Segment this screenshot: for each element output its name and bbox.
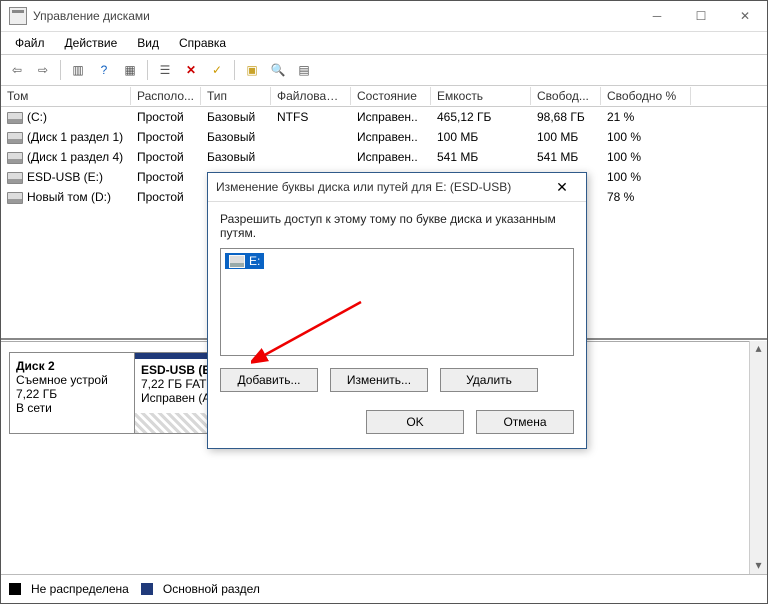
- col-type[interactable]: Тип: [201, 87, 271, 105]
- dialog-title: Изменение буквы диска или путей для E: (…: [216, 180, 546, 194]
- cell-pct: 78 %: [601, 189, 691, 205]
- check-icon[interactable]: ✓: [205, 58, 229, 82]
- cell-free: 541 МБ: [531, 149, 601, 165]
- add-button[interactable]: Добавить...: [220, 368, 318, 392]
- list-icon[interactable]: ☰: [153, 58, 177, 82]
- menu-bar: Файл Действие Вид Справка: [1, 32, 767, 54]
- volume-icon: [7, 192, 23, 204]
- grid-icon[interactable]: ▦: [118, 58, 142, 82]
- cell-status: Исправен..: [351, 109, 431, 125]
- cancel-button[interactable]: Отмена: [476, 410, 574, 434]
- menu-file[interactable]: Файл: [7, 34, 53, 52]
- cell-type: Базовый: [201, 149, 271, 165]
- volume-icon: [7, 132, 23, 144]
- cell-layout: Простой: [131, 169, 201, 185]
- cell-layout: Простой: [131, 149, 201, 165]
- menu-view[interactable]: Вид: [129, 34, 167, 52]
- disk-header: Диск 2 Съемное устрой 7,22 ГБ В сети: [9, 352, 135, 434]
- cell-name: (C:): [1, 109, 131, 125]
- cell-cap: 100 МБ: [431, 129, 531, 145]
- col-status[interactable]: Состояние: [351, 87, 431, 105]
- cell-cap: 465,12 ГБ: [431, 109, 531, 125]
- table-icon[interactable]: ▤: [292, 58, 316, 82]
- cell-layout: Простой: [131, 129, 201, 145]
- col-capacity[interactable]: Емкость: [431, 87, 531, 105]
- disk-type: Съемное устрой: [16, 373, 128, 387]
- path-entry-selected[interactable]: E:: [225, 253, 264, 269]
- volume-icon: [7, 172, 23, 184]
- disk-management-window: Управление дисками ─ ☐ ✕ Файл Действие В…: [0, 0, 768, 604]
- delete-icon[interactable]: ✕: [179, 58, 203, 82]
- close-button[interactable]: ✕: [723, 1, 767, 31]
- cell-pct: 100 %: [601, 169, 691, 185]
- cell-type: Базовый: [201, 129, 271, 145]
- cell-layout: Простой: [131, 109, 201, 125]
- volume-row[interactable]: (Диск 1 раздел 4)ПростойБазовый Исправен.…: [1, 147, 767, 167]
- cell-status: Исправен..: [351, 149, 431, 165]
- ok-button[interactable]: OK: [366, 410, 464, 434]
- cell-name: Новый том (D:): [1, 189, 131, 205]
- toolbar: ⇦ ⇨ ▥ ? ▦ ☰ ✕ ✓ ▣ 🔍 ▤: [1, 54, 767, 86]
- maximize-button[interactable]: ☐: [679, 1, 723, 31]
- dialog-close-button[interactable]: ✕: [546, 179, 578, 196]
- cell-pct: 100 %: [601, 149, 691, 165]
- cell-cap: 541 МБ: [431, 149, 531, 165]
- dialog-hint: Разрешить доступ к этому тому по букве д…: [220, 212, 574, 240]
- column-headers: Том Располо... Тип Файловая с... Состоян…: [1, 86, 767, 107]
- paths-listbox[interactable]: E:: [220, 248, 574, 356]
- disk-state: В сети: [16, 401, 128, 415]
- col-free[interactable]: Свобод...: [531, 87, 601, 105]
- cell-fs: NTFS: [271, 109, 351, 125]
- cell-name: ESD-USB (E:): [1, 169, 131, 185]
- change-button[interactable]: Изменить...: [330, 368, 428, 392]
- disk-label: Диск 2: [16, 359, 128, 373]
- volume-row[interactable]: (Диск 1 раздел 1)ПростойБазовый Исправен.…: [1, 127, 767, 147]
- cell-pct: 100 %: [601, 129, 691, 145]
- col-freepct[interactable]: Свободно %: [601, 87, 691, 105]
- help-icon[interactable]: ?: [92, 58, 116, 82]
- volume-icon: [7, 112, 23, 124]
- path-entry-label: E:: [249, 254, 260, 268]
- panel-icon[interactable]: ▥: [66, 58, 90, 82]
- swatch-primary: [141, 583, 153, 595]
- col-fs[interactable]: Файловая с...: [271, 87, 351, 105]
- legend-unallocated: Не распределена: [31, 582, 129, 596]
- folder-add-icon[interactable]: ▣: [240, 58, 264, 82]
- swatch-unallocated: [9, 583, 21, 595]
- legend-primary: Основной раздел: [163, 582, 260, 596]
- scrollbar[interactable]: ▴ ▾: [749, 341, 767, 575]
- cell-name: (Диск 1 раздел 1): [1, 129, 131, 145]
- cell-free: 100 МБ: [531, 129, 601, 145]
- cell-free: 98,68 ГБ: [531, 109, 601, 125]
- window-title: Управление дисками: [33, 9, 635, 23]
- menu-action[interactable]: Действие: [57, 34, 126, 52]
- drive-icon: [229, 255, 245, 268]
- volume-row[interactable]: (C:)ПростойБазовыйNTFSИсправен..465,12 Г…: [1, 107, 767, 127]
- titlebar: Управление дисками ─ ☐ ✕: [1, 1, 767, 32]
- cell-layout: Простой: [131, 189, 201, 205]
- cell-fs: [271, 136, 351, 138]
- menu-help[interactable]: Справка: [171, 34, 234, 52]
- legend: Не распределена Основной раздел: [1, 574, 767, 603]
- cell-status: Исправен..: [351, 129, 431, 145]
- remove-button[interactable]: Удалить: [440, 368, 538, 392]
- app-icon: [9, 7, 27, 25]
- col-layout[interactable]: Располо...: [131, 87, 201, 105]
- cell-fs: [271, 156, 351, 158]
- change-letter-dialog: Изменение буквы диска или путей для E: (…: [207, 172, 587, 449]
- cell-pct: 21 %: [601, 109, 691, 125]
- cell-name: (Диск 1 раздел 4): [1, 149, 131, 165]
- cell-type: Базовый: [201, 109, 271, 125]
- disk-size: 7,22 ГБ: [16, 387, 128, 401]
- minimize-button[interactable]: ─: [635, 1, 679, 31]
- search-icon[interactable]: 🔍: [266, 58, 290, 82]
- back-icon[interactable]: ⇦: [5, 58, 29, 82]
- volume-icon: [7, 152, 23, 164]
- col-volume[interactable]: Том: [1, 87, 131, 105]
- forward-icon[interactable]: ⇨: [31, 58, 55, 82]
